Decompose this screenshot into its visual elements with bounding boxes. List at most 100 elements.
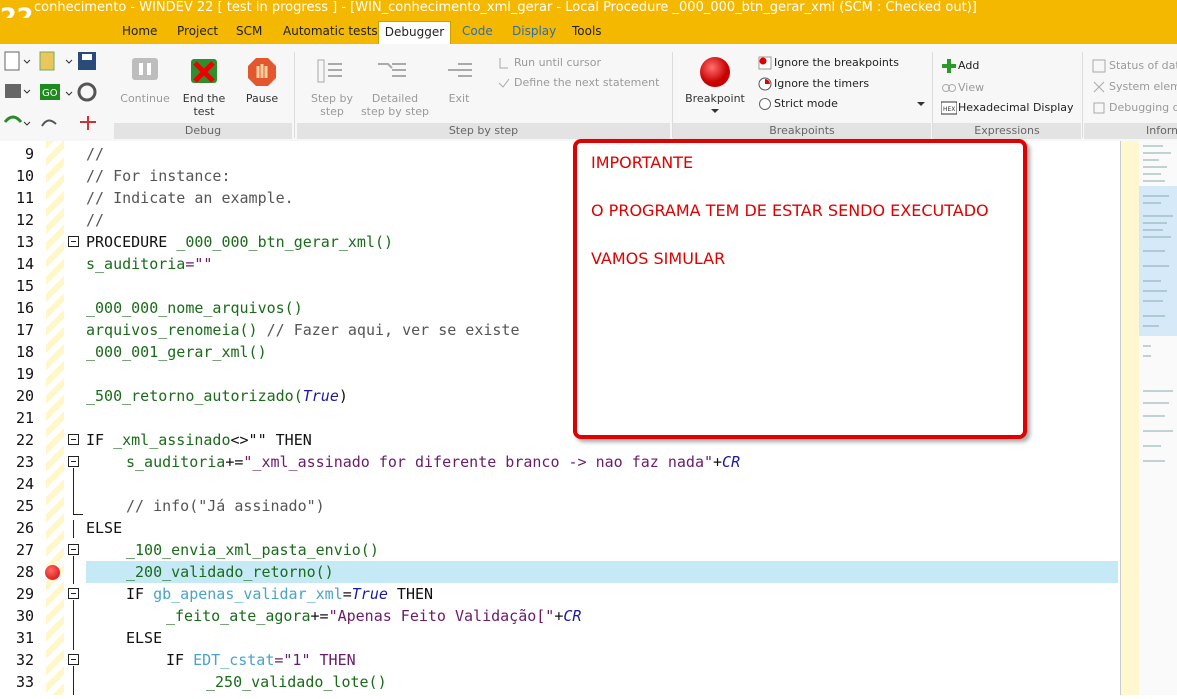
code-minimap[interactable]	[1120, 141, 1177, 695]
fold-toggle-icon[interactable]	[68, 588, 79, 599]
breakpoint-icon[interactable]	[698, 55, 732, 89]
fold-toggle-icon[interactable]	[68, 654, 79, 665]
group-step-label: Step by step	[297, 123, 670, 139]
breakpoints-more-icon[interactable]	[916, 100, 926, 108]
breakpoint-dropdown-icon[interactable]	[710, 107, 720, 115]
line-number: 30	[15, 607, 34, 625]
add-icon	[942, 59, 956, 73]
operator: +=	[225, 453, 244, 471]
ignore-breakpoints-icon	[758, 56, 772, 70]
fold-toggle-icon[interactable]	[68, 236, 79, 247]
function-call: arquivos_renomeia()	[86, 321, 258, 339]
step-by-step-icon[interactable]	[316, 58, 346, 86]
debugging-data[interactable]: Debugging d	[1109, 101, 1177, 115]
fold-toggle-icon[interactable]	[68, 456, 79, 467]
code-text: =""	[185, 255, 213, 273]
add-expression[interactable]: Add	[958, 59, 979, 73]
line-number: 12	[15, 211, 34, 229]
strict-mode[interactable]: Strict mode	[774, 97, 838, 111]
hexadecimal-display[interactable]: Hexadecimal Display	[958, 101, 1074, 115]
menu-display[interactable]: Display	[512, 22, 556, 40]
new-file-icon[interactable]	[2, 50, 32, 140]
menu-automatic-tests[interactable]: Automatic tests	[283, 22, 378, 40]
continue-label: Continue	[120, 92, 170, 105]
line-number: 26	[15, 519, 34, 537]
code-line: // Indicate an example.	[86, 189, 294, 207]
status-of-data[interactable]: Status of data	[1109, 59, 1177, 73]
code-line: ELSE	[126, 629, 163, 647]
line-number: 28	[15, 563, 34, 581]
line-number: 21	[15, 409, 34, 427]
end-test-icon[interactable]	[188, 56, 220, 88]
code-text: ="1" THEN	[274, 651, 356, 669]
system-elements[interactable]: System eleme	[1109, 80, 1177, 94]
keyword-if: IF	[126, 585, 154, 603]
strict-mode-radio-icon[interactable]	[758, 97, 772, 111]
view-expression[interactable]: View	[958, 81, 984, 95]
fold-toggle-icon[interactable]	[68, 544, 79, 555]
status-data-icon	[1092, 59, 1106, 73]
exit-step-icon[interactable]	[446, 58, 476, 86]
end-test-label: End the test	[182, 92, 226, 118]
line-number: 32	[15, 651, 34, 669]
menu-scm[interactable]: SCM	[236, 22, 262, 40]
menu-debugger[interactable]: Debugger	[378, 21, 451, 44]
fold-guide	[73, 600, 74, 650]
constant: CR	[563, 607, 582, 625]
line-number: 10	[15, 167, 34, 185]
code-line: IF EDT_cstat="1" THEN	[166, 651, 356, 669]
variable: _feito_ate_agora	[166, 607, 311, 625]
save-icon[interactable]	[76, 50, 106, 140]
keyword-if: IF	[166, 651, 194, 669]
code-line: //	[86, 211, 105, 229]
line-number: 17	[15, 321, 34, 339]
variable: gb_apenas_validar_xml	[153, 585, 343, 603]
code-line: PROCEDURE _000_000_btn_gerar_xml()	[86, 233, 393, 251]
run-until-cursor-icon	[499, 58, 508, 69]
variable: EDT_cstat	[193, 651, 275, 669]
debugging-data-icon	[1093, 102, 1105, 114]
procedure-name: _000_000_btn_gerar_xml()	[176, 233, 394, 251]
system-elements-icon	[1093, 81, 1105, 93]
line-number: 29	[15, 585, 34, 603]
project-tools-icon[interactable]: GO	[38, 50, 74, 140]
breakpoint-marker-icon[interactable]	[45, 565, 60, 580]
ignore-breakpoints[interactable]: Ignore the breakpoints	[774, 56, 899, 70]
menu-home[interactable]: Home	[122, 22, 157, 40]
constant: CR	[722, 453, 741, 471]
breakpoint-label[interactable]: Breakpoint	[682, 92, 748, 105]
fold-toggle-icon[interactable]	[68, 434, 79, 445]
run-until-cursor[interactable]: Run until cursor	[514, 56, 601, 70]
pause-icon[interactable]	[246, 56, 278, 88]
minimap-preview	[1121, 141, 1177, 695]
fold-guide	[73, 520, 74, 538]
menu-code[interactable]: Code	[462, 22, 493, 40]
detailed-step-label: Detailed step by step	[360, 92, 430, 118]
callout-text: O PROGRAMA TEM DE ESTAR SENDO EXECUTADO	[591, 201, 989, 220]
callout-heading: IMPORTANTE	[591, 153, 694, 172]
code-line: _100_envia_xml_pasta_envio()	[126, 541, 379, 559]
code-line-current: _200_validado_retorno()	[126, 563, 334, 581]
define-next-statement[interactable]: Define the next statement	[514, 76, 659, 90]
menu-project[interactable]: Project	[177, 22, 218, 40]
line-number: 31	[15, 629, 34, 647]
comment: // Fazer aqui, ver se existe	[257, 321, 520, 339]
string: "_xml_assinado for diferente branco -> n…	[243, 453, 714, 471]
fold-guide	[73, 556, 74, 584]
detailed-step-icon[interactable]	[376, 58, 410, 86]
continue-icon[interactable]	[130, 56, 160, 88]
svg-text:HEX: HEX	[943, 106, 955, 113]
line-number: 13	[15, 233, 34, 251]
step-by-step-label: Step by step	[310, 92, 354, 118]
line-number: 18	[15, 343, 34, 361]
line-number: 14	[15, 255, 34, 273]
menu-tools[interactable]: Tools	[572, 22, 602, 40]
code-line: _feito_ate_agora+="Apenas Feito Validaçã…	[166, 607, 581, 625]
code-line: _250_validado_lote()	[206, 673, 387, 691]
group-expressions-label: Expressions	[933, 123, 1081, 139]
window-title: conhecimento - WINDEV 22 [ test in progr…	[34, 0, 977, 15]
ignore-timers[interactable]: Ignore the timers	[774, 77, 869, 91]
svg-text:GO: GO	[42, 88, 58, 99]
fold-guide	[73, 468, 74, 514]
string: "Apenas Feito Validação["	[328, 607, 555, 625]
